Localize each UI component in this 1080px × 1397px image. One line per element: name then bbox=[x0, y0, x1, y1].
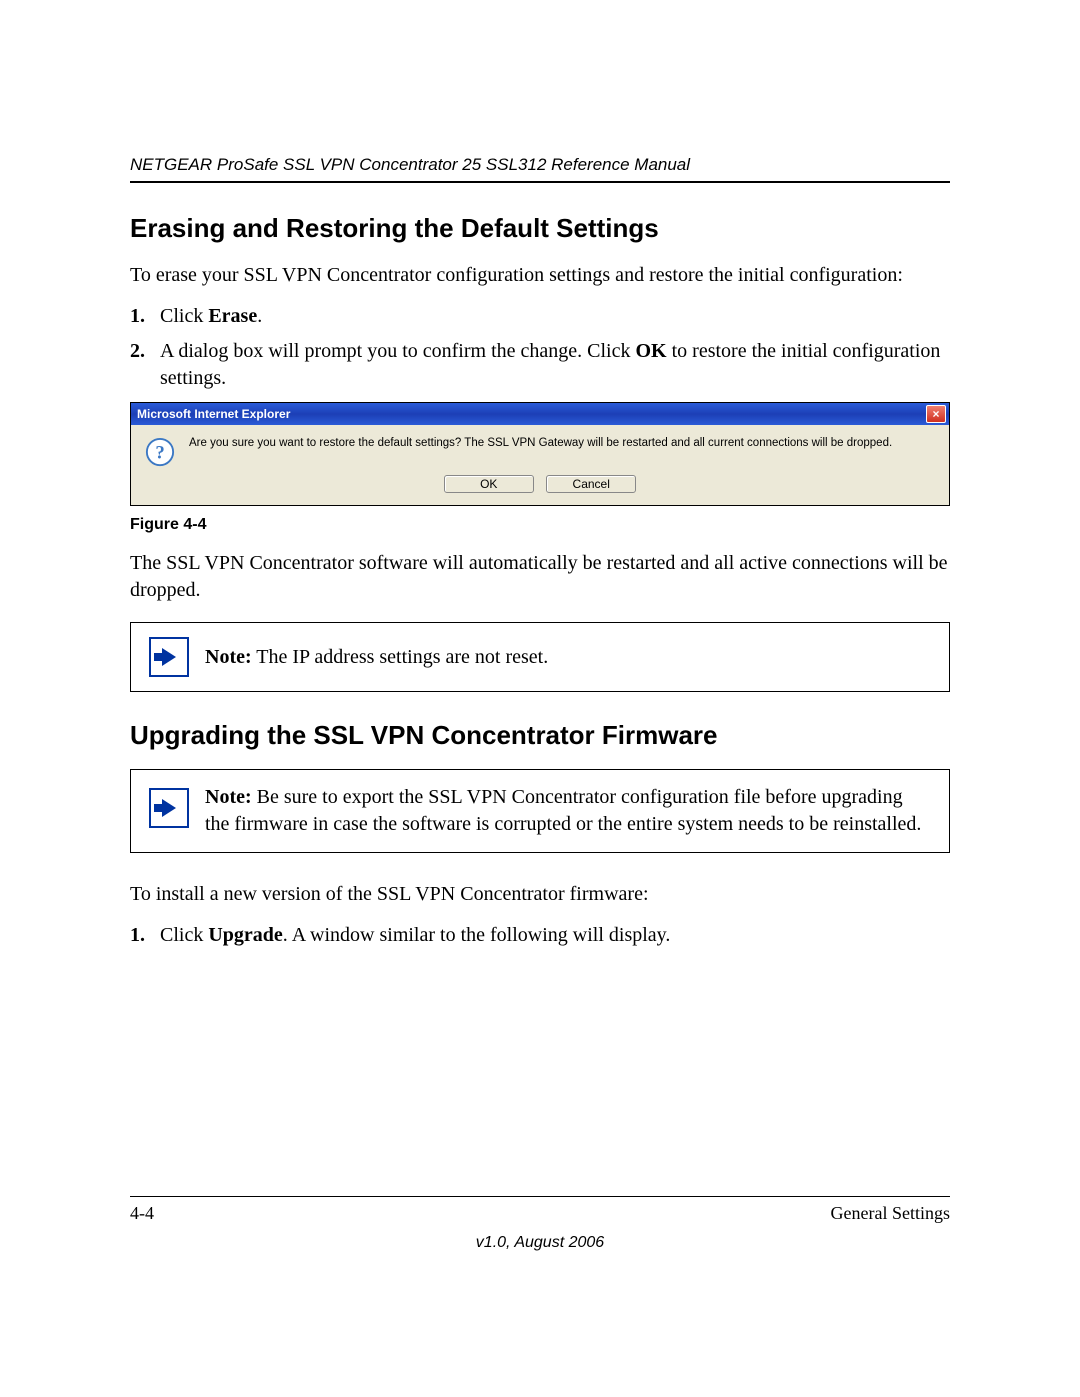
upgrade-keyword: Upgrade bbox=[208, 924, 282, 946]
heading-erase-restore: Erasing and Restoring the Default Settin… bbox=[130, 213, 950, 244]
ok-button[interactable]: OK bbox=[444, 475, 534, 493]
steps-list-erase: 1. Click Erase. 2. A dialog box will pro… bbox=[130, 303, 950, 392]
step-text: A dialog box will prompt you to confirm … bbox=[160, 340, 635, 362]
svg-text:?: ? bbox=[155, 443, 164, 464]
running-header: NETGEAR ProSafe SSL VPN Concentrator 25 … bbox=[130, 155, 950, 183]
note-label: Note: bbox=[205, 786, 252, 808]
footer-version: v1.0, August 2006 bbox=[130, 1234, 950, 1252]
note-text: Note: The IP address settings are not re… bbox=[205, 644, 548, 671]
ie-dialog: Microsoft Internet Explorer × ? Are you … bbox=[130, 402, 950, 506]
note-body: The IP address settings are not reset. bbox=[252, 646, 549, 668]
footer-section-name: General Settings bbox=[831, 1203, 950, 1224]
note-body: Be sure to export the SSL VPN Concentrat… bbox=[205, 786, 921, 835]
note-ip-not-reset: Note: The IP address settings are not re… bbox=[130, 622, 950, 692]
step-1-upgrade: 1. Click Upgrade. A window similar to th… bbox=[130, 922, 950, 949]
page-number: 4-4 bbox=[130, 1203, 154, 1224]
step-2-confirm: 2. A dialog box will prompt you to confi… bbox=[130, 338, 950, 392]
steps-list-upgrade: 1. Click Upgrade. A window similar to th… bbox=[130, 922, 950, 949]
ok-keyword: OK bbox=[635, 340, 666, 362]
note-text: Note: Be sure to export the SSL VPN Conc… bbox=[205, 784, 931, 838]
dialog-titlebar: Microsoft Internet Explorer × bbox=[131, 403, 949, 425]
after-figure-paragraph: The SSL VPN Concentrator software will a… bbox=[130, 550, 950, 604]
page: NETGEAR ProSafe SSL VPN Concentrator 25 … bbox=[0, 0, 1080, 1397]
arrow-icon bbox=[149, 637, 189, 677]
content-area: NETGEAR ProSafe SSL VPN Concentrator 25 … bbox=[130, 155, 950, 959]
dialog-title-text: Microsoft Internet Explorer bbox=[137, 407, 290, 421]
close-icon[interactable]: × bbox=[926, 405, 946, 423]
note-label: Note: bbox=[205, 646, 252, 668]
heading-upgrade-firmware: Upgrading the SSL VPN Concentrator Firmw… bbox=[130, 720, 950, 751]
footer-row: 4-4 General Settings bbox=[130, 1203, 950, 1224]
arrow-icon bbox=[149, 788, 189, 828]
intro-paragraph: To erase your SSL VPN Concentrator confi… bbox=[130, 262, 950, 289]
upgrade-intro: To install a new version of the SSL VPN … bbox=[130, 881, 950, 908]
cancel-button[interactable]: Cancel bbox=[546, 475, 636, 493]
step-text: Click bbox=[160, 924, 208, 946]
step-1-erase: 1. Click Erase. bbox=[130, 303, 950, 330]
note-export-before-upgrade: Note: Be sure to export the SSL VPN Conc… bbox=[130, 769, 950, 853]
step-number: 1. bbox=[130, 922, 145, 949]
figure-caption: Figure 4-4 bbox=[130, 516, 950, 534]
question-icon: ? bbox=[145, 437, 175, 467]
step-number: 2. bbox=[130, 338, 145, 365]
dialog-button-row: OK Cancel bbox=[131, 471, 949, 505]
page-footer: 4-4 General Settings v1.0, August 2006 bbox=[130, 1196, 950, 1252]
erase-keyword: Erase bbox=[208, 305, 257, 327]
step-text: Click bbox=[160, 305, 208, 327]
step-number: 1. bbox=[130, 303, 145, 330]
step-text-tail: . bbox=[257, 305, 262, 327]
dialog-message: Are you sure you want to restore the def… bbox=[189, 437, 892, 451]
dialog-body: ? Are you sure you want to restore the d… bbox=[131, 425, 949, 471]
step-text-tail: . A window similar to the following will… bbox=[283, 924, 671, 946]
